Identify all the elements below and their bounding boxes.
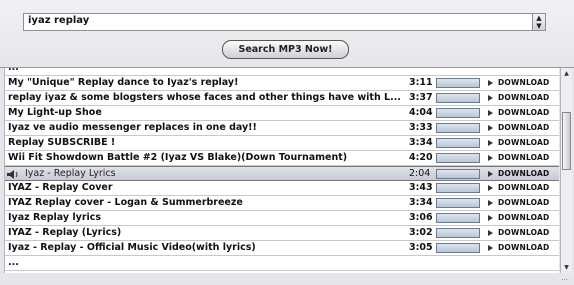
result-row[interactable]: Replay SUBSCRIBE ! 3:34 DOWNLOAD [5,136,559,151]
download-link[interactable]: DOWNLOAD [498,226,549,240]
result-title[interactable]: replay iyaz & some blogsters whose faces… [8,91,403,105]
play-icon[interactable] [488,155,493,161]
search-button[interactable]: Search MP3 Now! [222,40,349,59]
search-select-value: iyaz replay [28,15,90,26]
scroll-up-icon[interactable]: ▲ [562,69,571,78]
result-row[interactable]: Iyaz - Replay - Official Music Video(wit… [5,241,559,256]
result-row[interactable]: My "Unique" Replay dance to Iyaz's repla… [5,76,559,91]
preview-bar[interactable] [436,198,480,208]
result-title[interactable]: IYAZ - Replay (Lyrics) [8,226,403,240]
preview-bar[interactable] [436,123,480,133]
select-arrows-icon[interactable]: ▲ ▼ [532,14,545,30]
play-icon[interactable] [488,185,493,191]
play-icon[interactable] [488,80,493,86]
result-title[interactable]: IYAZ Replay cover - Logan & Summerbreeze [8,196,403,210]
result-title[interactable]: Iyaz Replay lyrics [8,211,403,225]
download-link[interactable]: DOWNLOAD [498,211,549,225]
result-duration: 3:34 [409,137,433,148]
result-duration: 4:04 [409,107,433,118]
result-duration: 3:02 [409,227,433,238]
result-title[interactable]: Replay SUBSCRIBE ! [8,136,403,150]
result-row[interactable]: IYAZ - Replay Cover 3:43 DOWNLOAD [5,181,559,196]
result-title[interactable]: Iyaz - Replay - Official Music Video(wit… [8,241,403,255]
play-icon[interactable] [488,125,493,131]
download-link[interactable]: DOWNLOAD [498,91,549,105]
download-link[interactable]: DOWNLOAD [498,241,549,255]
result-row[interactable]: IYAZ - Replay (Lyrics) 3:02 DOWNLOAD [5,226,559,241]
result-duration: 3:06 [409,212,433,223]
preview-bar[interactable] [436,169,480,179]
scroll-down-icon[interactable]: ▼ [562,263,571,272]
result-title[interactable]: Iyaz ve audio messenger replaces in one … [8,121,403,135]
download-link[interactable]: DOWNLOAD [498,151,549,165]
search-select[interactable]: iyaz replay ▲ ▼ [23,13,546,31]
vertical-scrollbar[interactable]: ▲ ▼ [560,68,572,273]
download-link[interactable]: DOWNLOAD [498,121,549,135]
result-duration: 3:37 [409,92,433,103]
result-title[interactable]: My "Unique" Replay dance to Iyaz's repla… [8,76,403,90]
preview-bar[interactable] [436,78,480,88]
play-icon[interactable] [488,200,493,206]
preview-bar[interactable] [436,93,480,103]
speaker-icon [7,170,21,179]
download-link[interactable]: DOWNLOAD [498,136,549,150]
result-row[interactable]: IYAZ Replay cover - Logan & Summerbreeze… [5,196,559,211]
result-duration: 3:43 [409,182,433,193]
preview-bar[interactable] [436,243,480,253]
download-link[interactable]: DOWNLOAD [498,196,549,210]
preview-bar[interactable] [436,228,480,238]
play-icon[interactable] [488,110,493,116]
preview-bar[interactable] [436,213,480,223]
preview-bar[interactable] [436,153,480,163]
result-row[interactable]: Iyaz ve audio messenger replaces in one … [5,121,559,136]
result-duration: 3:11 [409,77,433,88]
result-row[interactable]: ... [5,68,559,76]
download-link[interactable]: DOWNLOAD [498,106,549,120]
results-list: ...My "Unique" Replay dance to Iyaz's re… [4,68,559,273]
result-title[interactable]: ... [8,68,403,75]
download-link[interactable]: DOWNLOAD [498,181,549,195]
status-footer: ... [0,273,574,285]
footer-text: ... [561,274,568,282]
play-icon[interactable] [488,140,493,146]
result-row[interactable]: Iyaz Replay lyrics 3:06 DOWNLOAD [5,211,559,226]
result-row[interactable]: replay iyaz & some blogsters whose faces… [5,91,559,106]
result-row[interactable]: ... [5,256,559,271]
play-icon[interactable] [488,171,493,177]
result-title[interactable]: Iyaz - Replay Lyrics [25,167,420,181]
preview-bar[interactable] [436,108,480,118]
result-duration: 3:33 [409,122,433,133]
result-duration: 2:04 [409,168,431,179]
play-icon[interactable] [488,95,493,101]
play-icon[interactable] [488,230,493,236]
result-title[interactable]: IYAZ - Replay Cover [8,181,403,195]
result-duration: 3:05 [409,242,433,253]
download-link[interactable]: DOWNLOAD [498,76,549,90]
result-duration: 4:20 [409,152,433,163]
result-title[interactable]: Wii Fit Showdown Battle #2 (Iyaz VS Blak… [8,151,403,165]
play-icon[interactable] [488,245,493,251]
result-duration: 3:34 [409,197,433,208]
scroll-thumb[interactable] [562,112,571,170]
result-row[interactable]: My Light-up Shoe 4:04 DOWNLOAD [5,106,559,121]
preview-bar[interactable] [436,138,480,148]
download-link[interactable]: DOWNLOAD [498,167,549,181]
result-row[interactable]: Iyaz - Replay Lyrics 2:04 DOWNLOAD [5,166,559,181]
search-toolbar: iyaz replay ▲ ▼ Search MP3 Now! [0,0,574,70]
result-title[interactable]: My Light-up Shoe [8,106,403,120]
preview-bar[interactable] [436,183,480,193]
play-icon[interactable] [488,215,493,221]
result-title[interactable]: ... [8,256,403,270]
result-row[interactable]: Wii Fit Showdown Battle #2 (Iyaz VS Blak… [5,151,559,166]
